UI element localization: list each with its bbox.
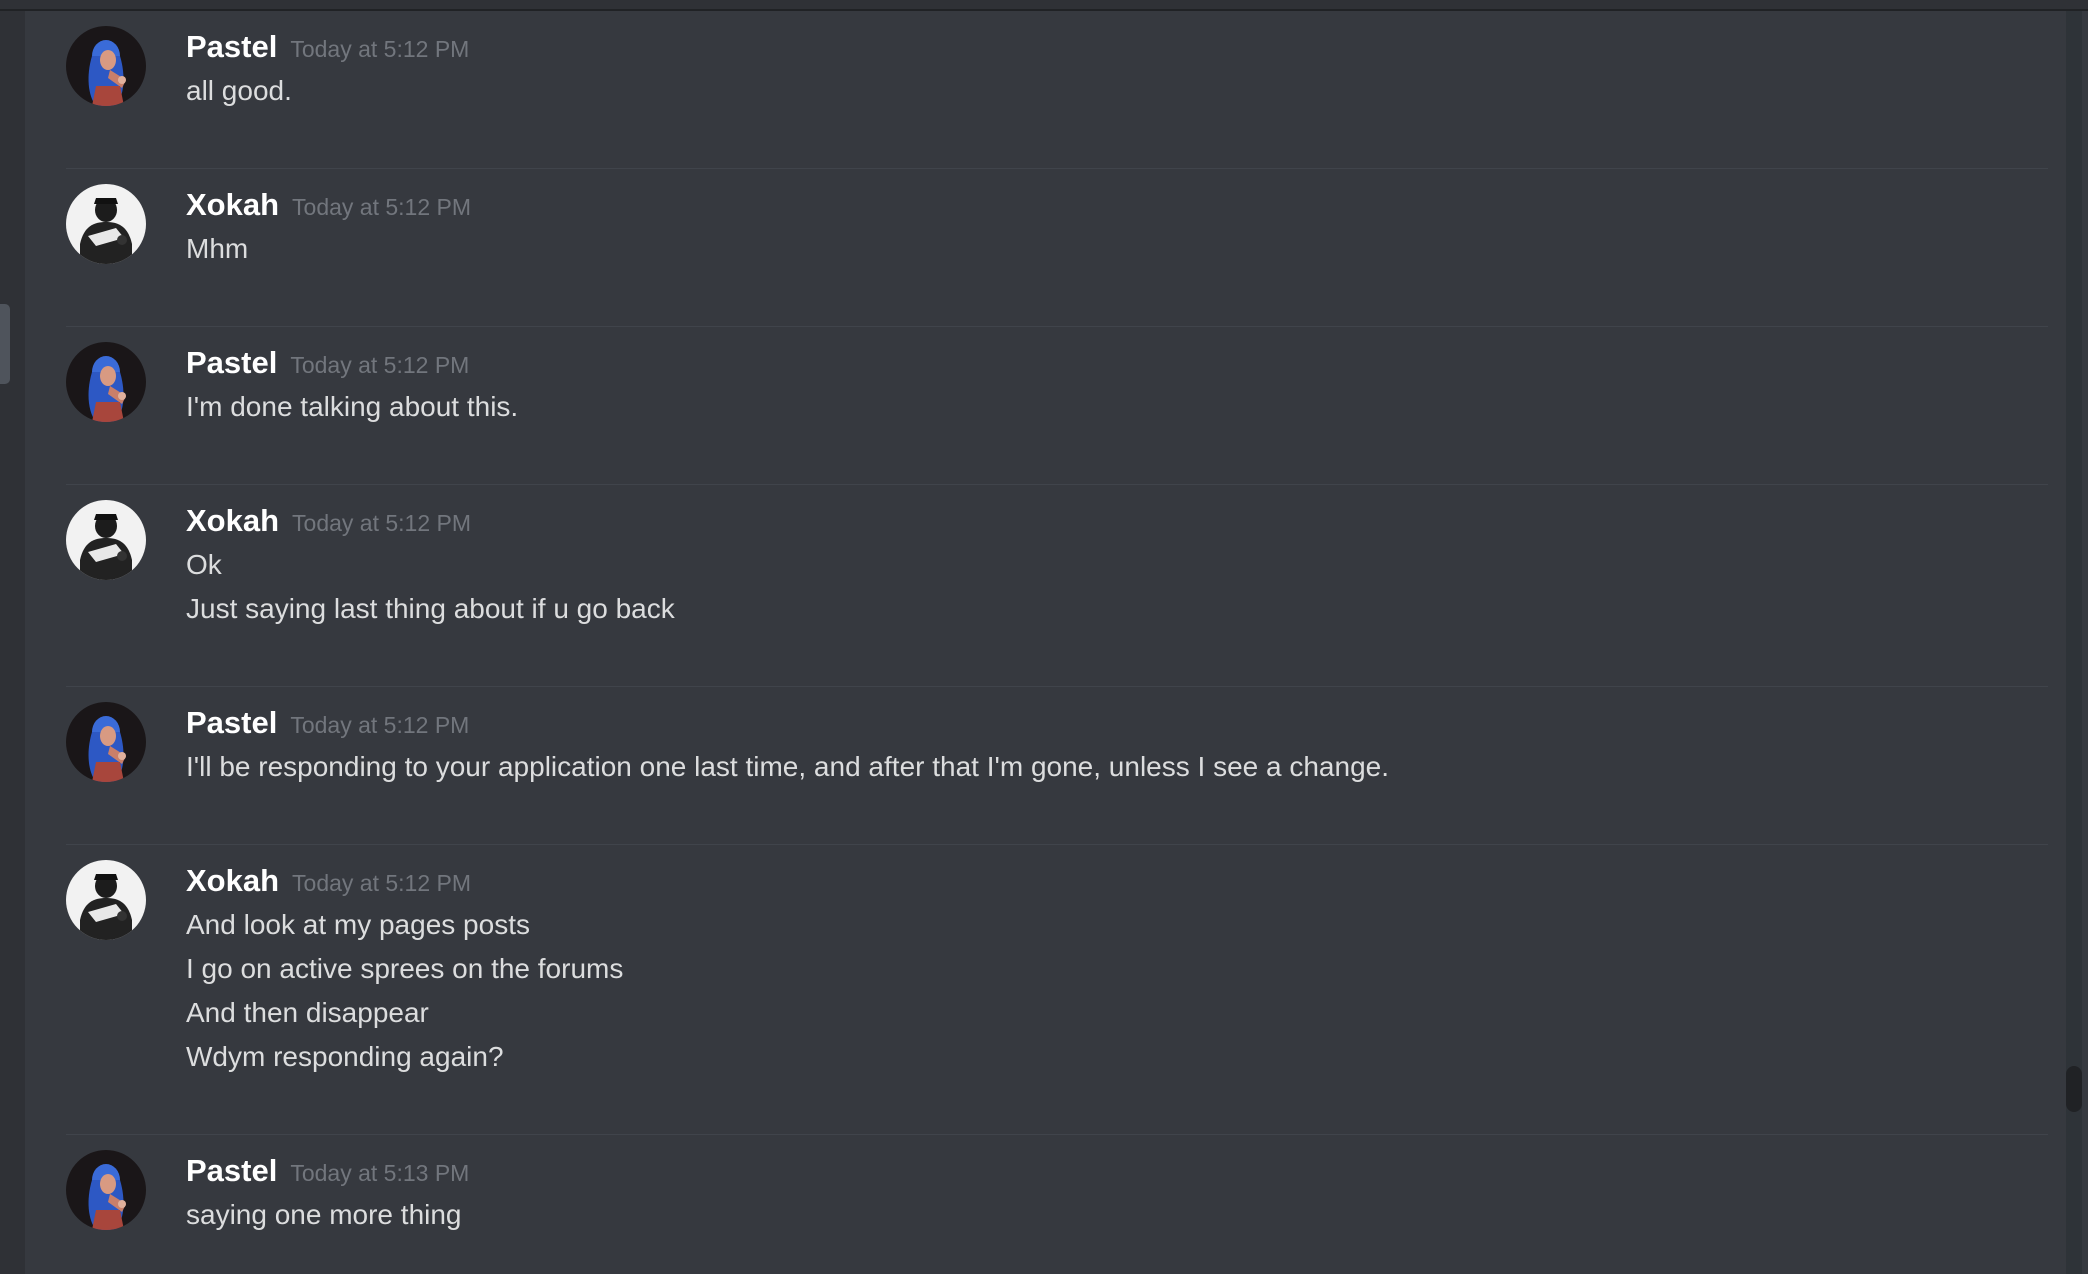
message-text: I'll be responding to your application o… <box>186 751 1389 782</box>
message-timestamp[interactable]: Today at 5:12 PM <box>290 27 469 71</box>
message-author[interactable]: Pastel <box>186 701 277 745</box>
message-text: I'm done talking about this. <box>186 391 519 422</box>
message-group: Xokah Today at 5:12 PM Ok Just saying la… <box>66 485 2048 687</box>
message-timestamp[interactable]: Today at 5:12 PM <box>292 501 471 545</box>
message-timestamp[interactable]: Today at 5:12 PM <box>290 703 469 747</box>
message-timestamp[interactable]: Today at 5:12 PM <box>292 861 471 905</box>
message-timestamp[interactable]: Today at 5:12 PM <box>292 185 471 229</box>
pastel-avatar-icon[interactable] <box>66 26 146 106</box>
xokah-avatar-icon[interactable] <box>66 860 146 940</box>
message-text: I go on active sprees on the forums <box>186 953 624 984</box>
message-group: Pastel Today at 5:12 PM I'll be respondi… <box>66 687 2048 845</box>
message-text: all good. <box>186 75 292 106</box>
message-author[interactable]: Xokah <box>186 499 279 543</box>
message-timestamp[interactable]: Today at 5:13 PM <box>290 1151 469 1195</box>
message-text: Just saying last thing about if u go bac… <box>186 593 675 624</box>
scrollbar-thumb[interactable] <box>2066 1066 2082 1112</box>
message-author[interactable]: Pastel <box>186 341 277 385</box>
message-text: And look at my pages posts <box>186 909 530 940</box>
message-text: Wdym responding again? <box>186 1041 504 1072</box>
message-text: And then disappear <box>186 997 429 1028</box>
pastel-avatar-icon[interactable] <box>66 1150 146 1230</box>
top-bar-edge <box>0 0 2088 11</box>
message-group: Xokah Today at 5:12 PM And look at my pa… <box>66 845 2048 1135</box>
message-text: Mhm <box>186 233 249 264</box>
message-author[interactable]: Xokah <box>186 183 279 227</box>
pastel-avatar-icon[interactable] <box>66 702 146 782</box>
message-author[interactable]: Pastel <box>186 1149 277 1193</box>
message-text: Ok <box>186 549 222 580</box>
sidebar-selection-indicator <box>0 304 10 384</box>
message-text: saying one more thing <box>186 1199 462 1230</box>
message-group: Pastel Today at 5:12 PM I'm done talking… <box>66 327 2048 485</box>
message-group: Pastel Today at 5:12 PM all good. <box>66 11 2048 169</box>
message-timestamp[interactable]: Today at 5:12 PM <box>290 343 469 387</box>
message-list: Pastel Today at 5:12 PM all good. Xokah … <box>66 11 2048 1274</box>
xokah-avatar-icon[interactable] <box>66 184 146 264</box>
channel-sidebar-edge <box>0 11 25 1274</box>
message-group: Xokah Today at 5:12 PM Mhm <box>66 169 2048 327</box>
message-author[interactable]: Xokah <box>186 859 279 903</box>
message-group: Pastel Today at 5:13 PM saying one more … <box>66 1135 2048 1274</box>
xokah-avatar-icon[interactable] <box>66 500 146 580</box>
chat-window: Pastel Today at 5:12 PM all good. Xokah … <box>0 0 2088 1274</box>
message-author[interactable]: Pastel <box>186 25 277 69</box>
pastel-avatar-icon[interactable] <box>66 342 146 422</box>
